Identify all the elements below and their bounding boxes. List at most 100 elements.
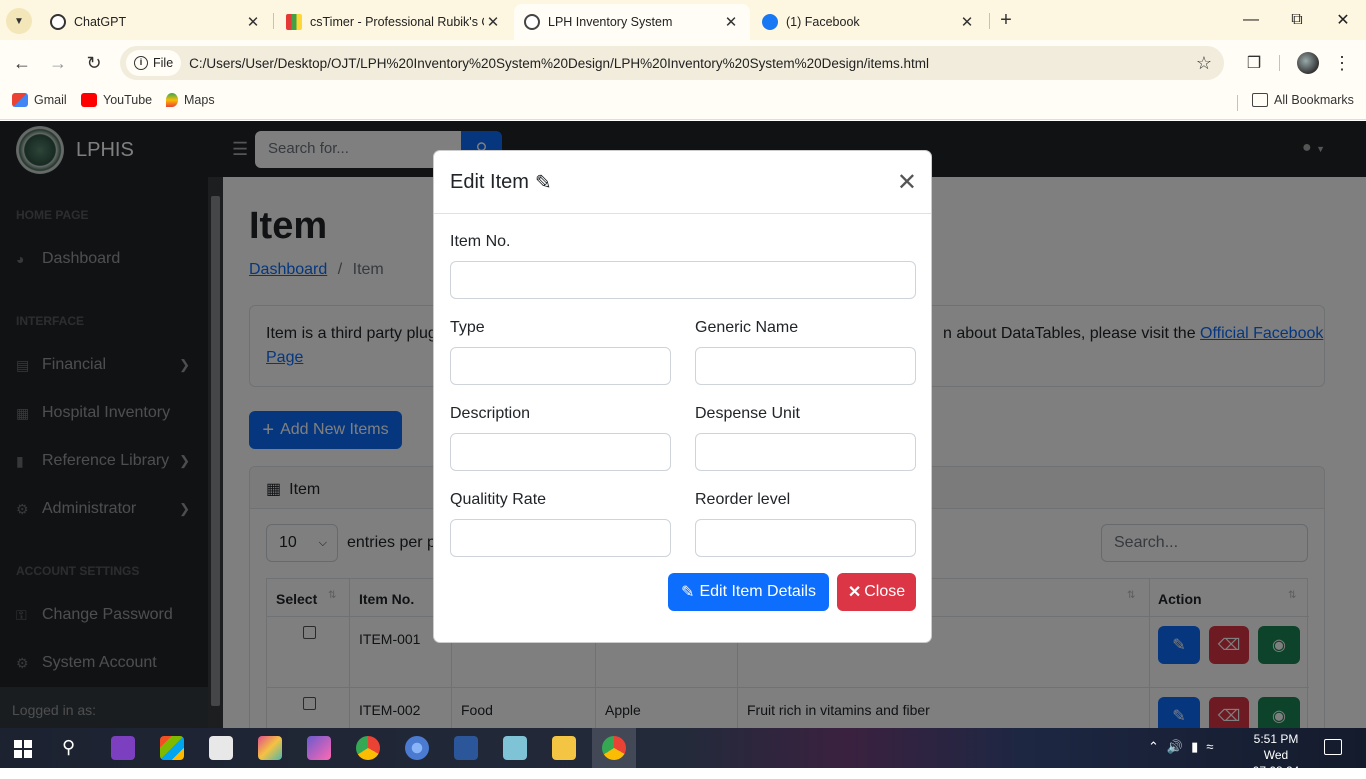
tab-divider — [989, 13, 990, 29]
generic-name-input[interactable] — [695, 347, 916, 385]
bookmark-maps[interactable]: Maps — [166, 93, 215, 107]
bookmark-label: Maps — [184, 93, 215, 107]
all-bookmarks-button[interactable]: All Bookmarks — [1252, 93, 1354, 107]
tab-title: csTimer - Professional Rubik's C — [310, 15, 484, 29]
restore-button[interactable]: ⧉ — [1274, 0, 1320, 40]
description-input[interactable] — [450, 433, 671, 471]
url-text: C:/Users/User/Desktop/OJT/LPH%20Inventor… — [189, 55, 929, 71]
menu-button[interactable]: ⋮ — [1328, 49, 1356, 77]
file-explorer-icon[interactable] — [552, 736, 576, 760]
close-icon: ✕ — [847, 584, 862, 601]
edit-item-details-button[interactable]: ✎ Edit Item Details — [668, 573, 829, 611]
search-icon: ⚲ — [62, 737, 76, 757]
close-tab-icon[interactable]: ✕ — [244, 13, 262, 31]
browser-toolbar: ← → ↻ i File C:/Users/User/Desktop/OJT/L… — [0, 40, 1366, 86]
tab-divider — [273, 13, 274, 29]
item-no-input[interactable] — [450, 261, 916, 299]
edit-item-modal: Edit Item ✎ ✕ Item No. Type Generic Name… — [433, 150, 932, 643]
word-icon[interactable] — [454, 736, 478, 760]
reload-icon: ↻ — [86, 52, 102, 73]
extensions-button[interactable]: ❒ — [1240, 49, 1268, 77]
close-tab-icon[interactable]: ✕ — [722, 13, 740, 31]
tab-search-button[interactable]: ▼ — [6, 8, 32, 34]
site-info-chip[interactable]: i File — [126, 50, 182, 76]
maps-pin-icon — [166, 93, 178, 107]
quality-rate-input[interactable] — [450, 519, 671, 557]
modal-close-icon[interactable]: ✕ — [897, 168, 917, 197]
gmail-icon — [12, 93, 28, 107]
bookmarks-divider — [1237, 95, 1238, 111]
close-icon: ✕ — [1336, 12, 1350, 29]
chrome-icon[interactable] — [356, 736, 380, 760]
tab-facebook[interactable]: (1) Facebook ✕ — [752, 4, 986, 40]
profile-avatar[interactable] — [1297, 52, 1319, 74]
minimize-button[interactable]: — — [1228, 0, 1274, 40]
type-label: Type — [450, 319, 485, 336]
plus-icon: + — [1000, 9, 1012, 31]
youtube-icon — [81, 93, 97, 107]
bookmark-youtube[interactable]: YouTube — [81, 93, 152, 107]
tab-title: ChatGPT — [74, 15, 127, 29]
arrow-left-icon: ← — [13, 52, 31, 73]
notification-button[interactable] — [1324, 739, 1342, 755]
cstimer-icon — [286, 14, 302, 30]
type-input[interactable] — [450, 347, 671, 385]
pencil-icon: ✎ — [534, 171, 552, 194]
tab-chatgpt[interactable]: ChatGPT ✕ — [40, 4, 272, 40]
battery-icon: ▮ — [1191, 739, 1207, 754]
chromium-icon[interactable] — [405, 736, 429, 760]
bookmark-label: All Bookmarks — [1274, 93, 1354, 107]
files-app-icon[interactable] — [503, 736, 527, 760]
quality-rate-label: Qualitity Rate — [450, 491, 547, 508]
submit-button-label: Edit Item Details — [699, 583, 816, 600]
toolbar-divider — [1279, 55, 1280, 71]
minimize-icon: — — [1243, 11, 1259, 28]
reload-button[interactable]: ↻ — [80, 49, 108, 77]
star-icon[interactable]: ☆ — [1196, 53, 1212, 74]
close-button[interactable]: ✕ Close — [837, 573, 916, 611]
game-app-icon[interactable] — [258, 736, 282, 760]
system-tray[interactable]: ⌃🔊▮≈ — [1148, 739, 1221, 755]
new-tab-button[interactable]: + — [994, 8, 1018, 32]
generic-name-label: Generic Name — [695, 319, 799, 336]
tab-title: LPH Inventory System — [548, 15, 673, 29]
clock-time: 5:51 PM — [1253, 732, 1299, 746]
reorder-level-input[interactable] — [695, 519, 916, 557]
anime-app-icon[interactable] — [307, 736, 331, 760]
reorder-level-label: Reorder level — [695, 491, 791, 508]
close-tab-icon[interactable]: ✕ — [484, 13, 502, 31]
volume-icon: 🔊 — [1166, 739, 1192, 754]
tab-cstimer[interactable]: csTimer - Professional Rubik's C ✕ — [276, 4, 512, 40]
close-tab-icon[interactable]: ✕ — [958, 13, 976, 31]
bookmark-label: Gmail — [34, 93, 67, 107]
arrow-right-icon: → — [49, 52, 67, 73]
close-window-button[interactable]: ✕ — [1320, 0, 1366, 40]
mail-icon[interactable] — [209, 736, 233, 760]
folder-icon — [1252, 93, 1268, 107]
pencil-icon: ✎ — [681, 584, 695, 601]
bookmark-gmail[interactable]: Gmail — [12, 93, 67, 107]
item-no-label: Item No. — [450, 233, 511, 250]
windows-taskbar: ⚲ ⌃🔊▮≈ 5:51 PM Wed 07.08.24 — [0, 728, 1366, 778]
start-button[interactable] — [14, 740, 32, 758]
bookmark-label: YouTube — [103, 93, 153, 107]
taskbar-search-button[interactable]: ⚲ — [62, 737, 75, 758]
visual-studio-icon[interactable] — [111, 736, 135, 760]
more-vertical-icon: ⋮ — [1333, 52, 1351, 73]
chevron-down-icon: ▼ — [14, 15, 24, 27]
address-bar[interactable]: i File C:/Users/User/Desktop/OJT/LPH%20I… — [120, 46, 1224, 80]
chatgpt-icon — [50, 14, 66, 30]
dispense-unit-input[interactable] — [695, 433, 916, 471]
tab-lph-inventory[interactable]: LPH Inventory System ✕ — [514, 4, 750, 40]
close-button-label: Close — [864, 583, 906, 600]
store-icon[interactable] — [160, 736, 184, 760]
back-button[interactable]: ← — [8, 49, 36, 77]
dispense-unit-label: Despense Unit — [695, 405, 800, 422]
modal-title: Edit Item — [450, 170, 529, 193]
info-icon: i — [134, 56, 148, 70]
taskbar-clock[interactable]: 5:51 PM Wed 07.08.24 — [1240, 731, 1312, 779]
puzzle-icon: ❒ — [1246, 55, 1262, 72]
forward-button[interactable]: → — [44, 49, 72, 77]
bookmarks-bar: Gmail YouTube Maps All Bookmarks — [0, 86, 1366, 120]
chrome-active-icon[interactable] — [602, 736, 626, 760]
